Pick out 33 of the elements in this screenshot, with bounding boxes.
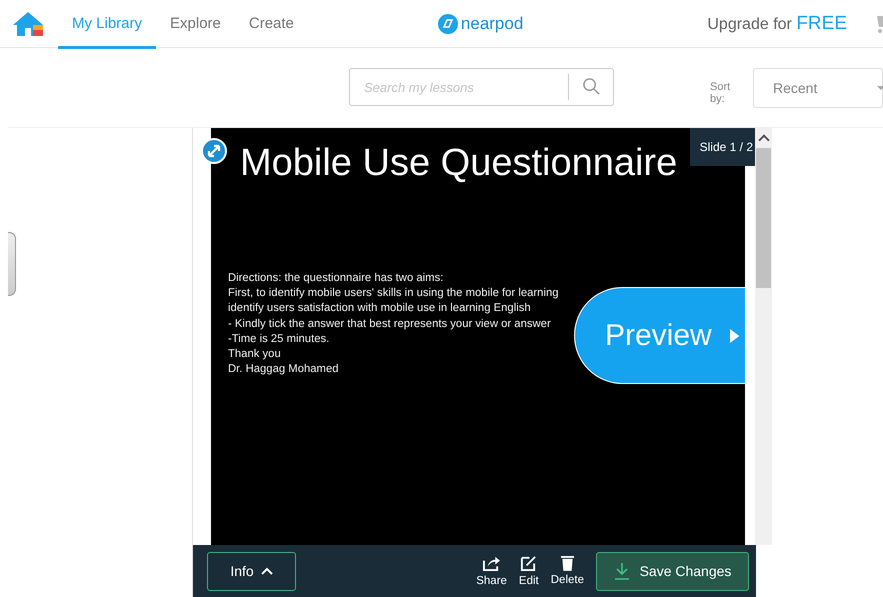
home-icon[interactable] (12, 10, 44, 36)
sort-label: Sort by: (710, 81, 732, 105)
logo-icon (438, 14, 458, 34)
trash-icon (560, 555, 574, 571)
edit-icon (520, 555, 538, 572)
search-field[interactable]: Search my lessons (349, 68, 614, 106)
slide-text-line: -Time is 25 minutes. (228, 332, 330, 347)
slide-text-line: identify users satisfaction with mobile use in learning English (228, 301, 531, 316)
slide-text-line: - Kindly tick the answer that best represents your view or answer (228, 316, 551, 332)
share-icon (482, 555, 502, 572)
toolbar-action[interactable]: Share (474, 555, 509, 587)
scrollbar[interactable] (755, 128, 772, 545)
toolbar-action[interactable]: Edit (516, 555, 541, 587)
nav-tab[interactable]: Explore (156, 2, 235, 48)
slide-text-line: Directions: the questionnaire has two aims: (228, 271, 444, 286)
logo-text: nearpod (460, 14, 524, 34)
search-icon[interactable] (582, 77, 601, 96)
scroll-thumb[interactable] (756, 148, 771, 288)
sort-dropdown[interactable]: Recent (753, 68, 883, 108)
upgrade-link[interactable]: Upgrade for FREE (707, 12, 847, 34)
side-handle[interactable] (8, 232, 16, 296)
info-button[interactable]: Info (207, 552, 296, 590)
expand-icon[interactable] (201, 138, 227, 164)
slide-title: Mobile Use Questionnaire (240, 142, 678, 185)
slide-text-line: Thank you (228, 347, 281, 362)
slide-text-line: First, to identify mobile users' skills in using the mobile for learning (228, 286, 559, 302)
toolbar-action[interactable]: Delete (548, 555, 586, 587)
chevron-up-icon (260, 567, 273, 575)
slide-text-line: Dr. Haggag Mohamed (228, 362, 339, 378)
slide-counter: Slide 1 / 2 (690, 128, 755, 166)
nav-tab[interactable]: Create (234, 2, 308, 48)
download-icon (614, 562, 630, 580)
save-changes-button[interactable]: Save Changes (596, 552, 749, 590)
